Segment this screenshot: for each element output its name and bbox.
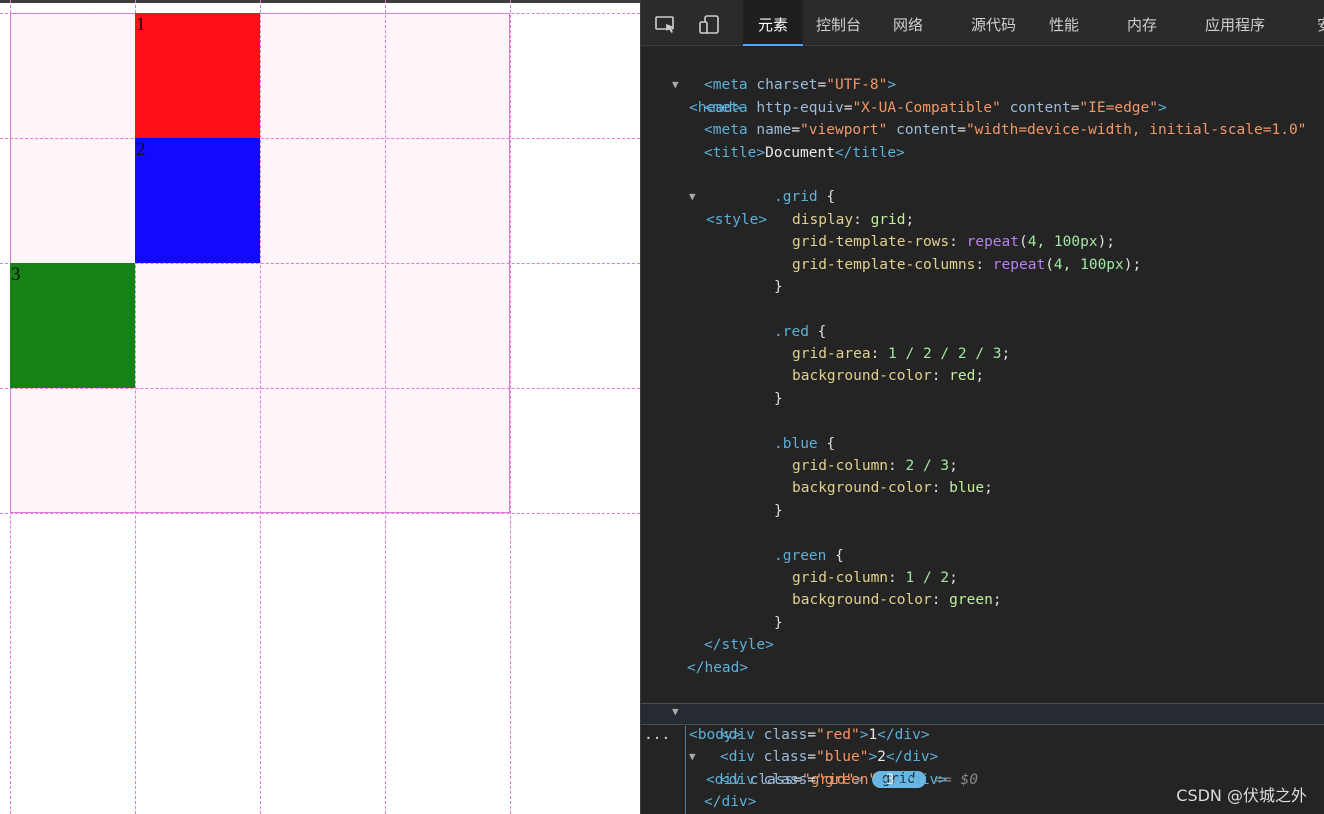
- devtools-toolbar: 元素 控制台 网络 源代码 性能 内存 应用程序 安: [641, 0, 1324, 46]
- tab-network[interactable]: 网络: [893, 0, 923, 46]
- tree-node-div-grid-selected[interactable]: ... ▼ <div class="grid"> grid == $0: [641, 701, 1324, 789]
- tab-security[interactable]: 安: [1317, 0, 1324, 46]
- tree-node-meta[interactable]: <meta name="viewport" content="width=dev…: [641, 119, 1324, 141]
- css-rule-close: }: [774, 502, 783, 519]
- grid-line-vertical: [260, 0, 261, 814]
- tab-application[interactable]: 应用程序: [1205, 0, 1265, 46]
- grid-line-horizontal: [0, 138, 640, 139]
- css-rule-green: .green {: [774, 547, 844, 564]
- blue-grid-item[interactable]: 2: [135, 138, 260, 263]
- elements-tree: ▼ <head> <meta charset="UTF-8"> <meta ht…: [641, 52, 1324, 813]
- css-declaration: display: grid;: [792, 211, 915, 228]
- grid-line-horizontal: [0, 388, 640, 389]
- css-declaration: grid-area: 1 / 2 / 2 / 3;: [792, 346, 1011, 363]
- tree-node-meta[interactable]: <meta http-equiv="X-UA-Compatible" conte…: [641, 97, 1324, 119]
- css-rule-grid: .grid {: [774, 189, 836, 206]
- tree-node-title[interactable]: <title>Document</title>: [641, 142, 1324, 164]
- grid-line-horizontal: [0, 513, 640, 514]
- page-viewport: 1 2 3: [0, 0, 640, 814]
- device-toolbar-icon[interactable]: [699, 15, 719, 34]
- tab-sources[interactable]: 源代码: [971, 0, 1016, 46]
- tab-console[interactable]: 控制台: [816, 0, 861, 46]
- tab-elements[interactable]: 元素: [743, 0, 803, 46]
- devtools-panel: 元素 控制台 网络 源代码 性能 内存 应用程序 安 ▼ <head> <met…: [640, 0, 1324, 814]
- css-rule-blue: .blue {: [774, 435, 836, 452]
- css-rule-close: }: [774, 614, 783, 631]
- css-declaration: background-color: red;: [792, 368, 985, 385]
- css-rule-close: }: [774, 278, 783, 295]
- viewport-top-border: [0, 0, 640, 3]
- css-declaration: grid-column: 1 / 2;: [792, 569, 958, 586]
- grid-line-vertical: [385, 0, 386, 814]
- css-declaration: grid-template-columns: repeat(4, 100px);: [792, 256, 1142, 273]
- tab-memory[interactable]: 内存: [1127, 0, 1157, 46]
- tree-node-style[interactable]: ▼ <style>: [641, 164, 1324, 227]
- css-declaration: grid-column: 2 / 3;: [792, 458, 958, 475]
- tree-node-head[interactable]: ▼ <head>: [641, 52, 1324, 115]
- tab-performance[interactable]: 性能: [1049, 0, 1079, 46]
- css-rule-close: }: [774, 390, 783, 407]
- red-grid-item[interactable]: 1: [135, 13, 260, 138]
- tree-node-body[interactable]: ▼ <body>: [641, 679, 1324, 742]
- grid-line-vertical: [510, 0, 511, 814]
- tree-node-head-close[interactable]: </head>: [641, 657, 1324, 679]
- watermark: CSDN @伏城之外: [1176, 786, 1307, 805]
- css-declaration: background-color: green;: [792, 592, 1002, 609]
- css-declaration: grid-template-rows: repeat(4, 100px);: [792, 234, 1116, 251]
- grid-line-horizontal: [0, 13, 640, 14]
- css-rule-red: .red {: [774, 323, 827, 340]
- css-declaration: background-color: blue;: [792, 480, 993, 497]
- tree-node-style-close[interactable]: </style>: [641, 634, 1324, 656]
- inspect-element-icon[interactable]: [655, 15, 675, 33]
- tree-node-div-red[interactable]: <div class="red">1</div>: [641, 724, 1324, 746]
- grid-line-vertical: [10, 0, 11, 814]
- tree-node-div-blue[interactable]: <div class="blue">2</div>: [641, 746, 1324, 768]
- tree-node-meta[interactable]: <meta charset="UTF-8">: [641, 74, 1324, 96]
- green-grid-item[interactable]: 3: [10, 263, 135, 388]
